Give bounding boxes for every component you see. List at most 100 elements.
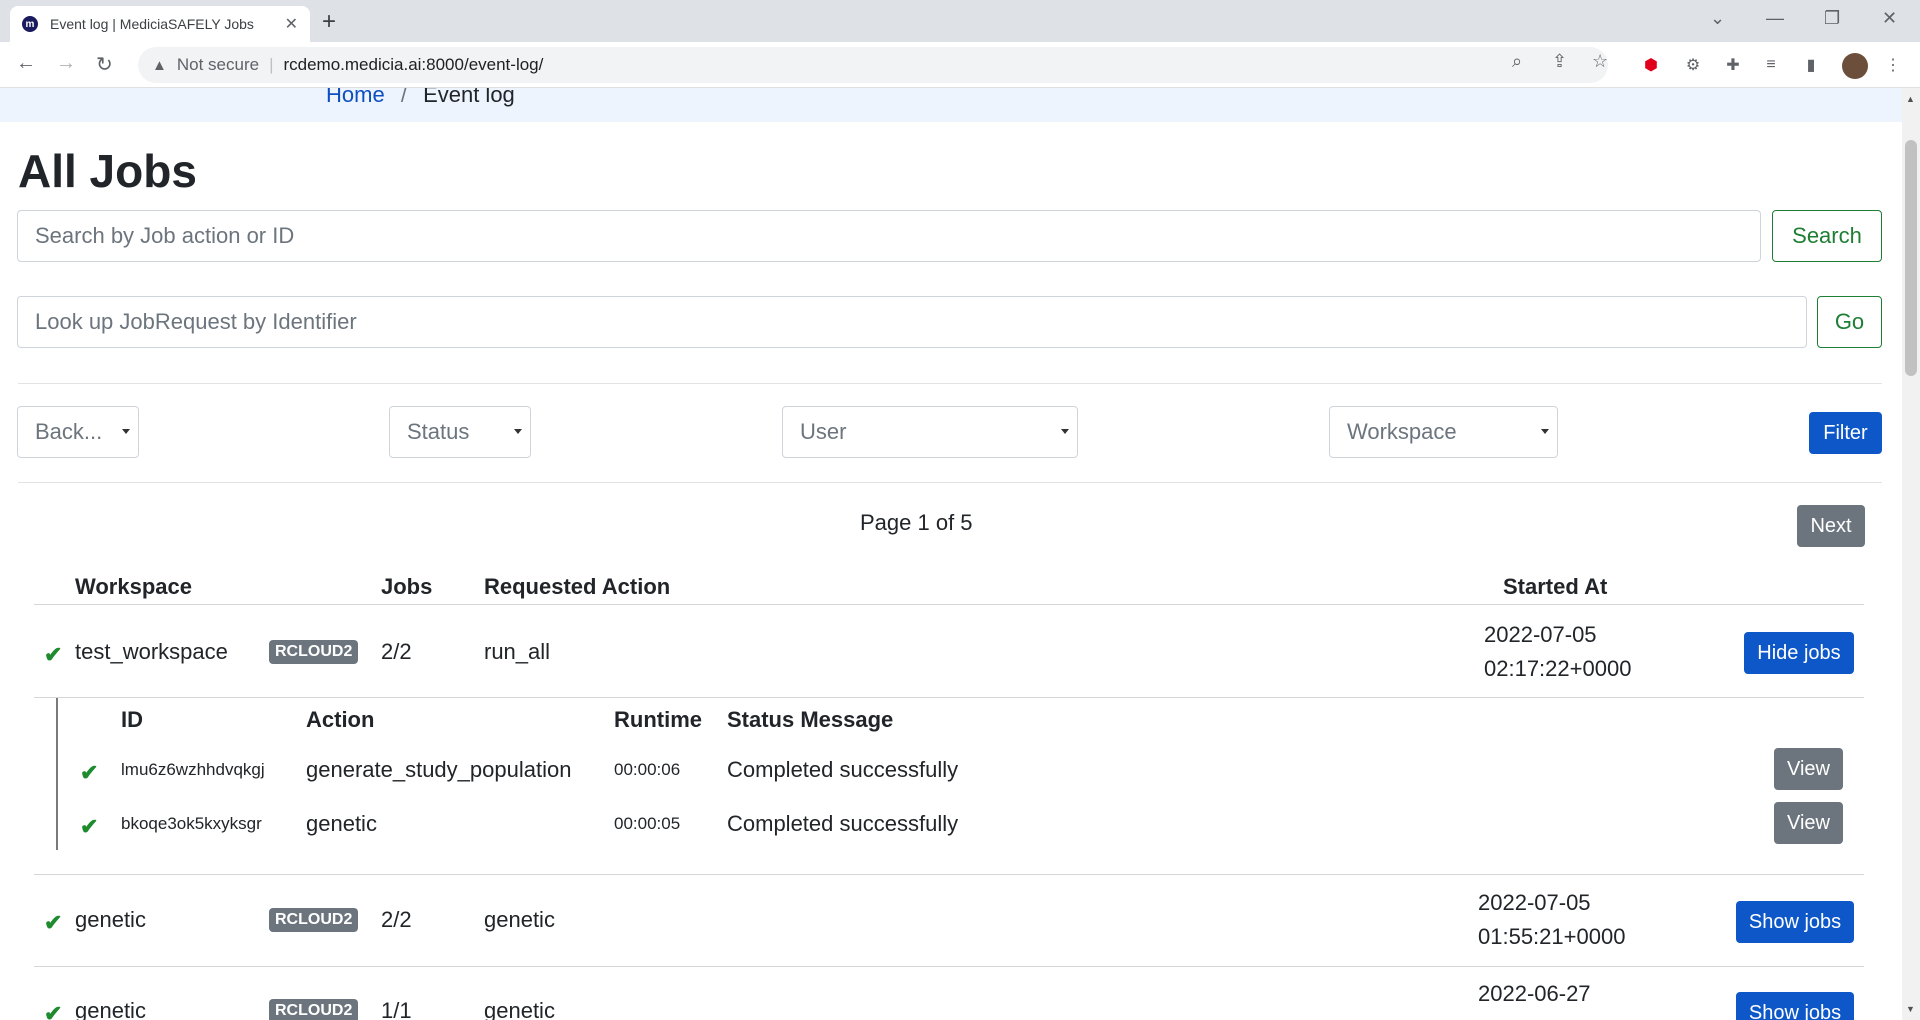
- scroll-up-icon[interactable]: ▲: [1906, 94, 1915, 104]
- user-filter-select[interactable]: User: [782, 406, 1078, 458]
- row-started-time: 01:55:21+0000: [1478, 924, 1626, 949]
- address-separator: |: [269, 55, 274, 74]
- tab-title: Event log | MediciaSAFELY Jobs: [50, 16, 254, 32]
- minimize-icon[interactable]: —: [1766, 8, 1784, 29]
- page-content: Home / Event log All Jobs Search by Job …: [0, 88, 1902, 1020]
- chevron-down-icon: [1541, 429, 1549, 434]
- show-jobs-button[interactable]: Show jobs: [1736, 901, 1854, 943]
- row-workspace[interactable]: genetic: [75, 907, 146, 933]
- next-page-button[interactable]: Next: [1797, 505, 1865, 547]
- row-started-date: 2022-06-27: [1478, 981, 1591, 1006]
- search-button[interactable]: Search: [1772, 210, 1882, 262]
- page-info: Page 1 of 5: [860, 510, 973, 535]
- breadcrumb-home-link[interactable]: Home: [326, 88, 385, 107]
- success-check-icon: ✔: [44, 642, 63, 667]
- extension-shield-icon[interactable]: ⬢: [1640, 54, 1662, 76]
- go-button[interactable]: Go: [1817, 296, 1882, 348]
- zoom-icon[interactable]: ⌕: [1512, 51, 1522, 72]
- jobs-header-action: Action: [306, 707, 375, 732]
- address-bar[interactable]: ▲ Not secure | rcdemo.medicia.ai:8000/ev…: [138, 47, 1608, 83]
- status-filter-select[interactable]: Status: [389, 406, 531, 458]
- row-jobs-count: 2/2: [381, 907, 412, 932]
- user-filter-value: User: [800, 419, 847, 444]
- backend-filter-select[interactable]: Back...: [17, 406, 139, 458]
- profile-avatar[interactable]: [1842, 53, 1868, 79]
- backend-badge: RCLOUD2: [269, 908, 359, 932]
- row-divider: [34, 874, 1864, 875]
- row-jobs-count: 2/2: [381, 639, 412, 664]
- browser-tab-bar: m Event log | MediciaSAFELY Jobs ✕ + ⌄ —…: [0, 0, 1920, 42]
- row-started-time: 02:17:22+0000: [1484, 656, 1632, 681]
- hide-jobs-button[interactable]: Hide jobs: [1744, 632, 1854, 674]
- back-arrow-icon[interactable]: ←: [16, 52, 36, 75]
- share-icon[interactable]: ⇪: [1552, 51, 1567, 72]
- extensions-puzzle-icon[interactable]: ✚: [1722, 54, 1744, 76]
- breadcrumb-current: Event log: [423, 88, 515, 107]
- new-tab-button[interactable]: +: [322, 8, 336, 36]
- search-input[interactable]: Search by Job action or ID: [17, 210, 1761, 262]
- job-status-message: Completed successfully: [727, 811, 959, 836]
- backend-badge: RCLOUD2: [269, 640, 359, 664]
- job-id: lmu6z6wzhhdvqkgj: [121, 760, 265, 779]
- job-status-message: Completed successfully: [727, 757, 959, 782]
- row-workspace[interactable]: genetic: [75, 998, 146, 1020]
- tab-close-icon[interactable]: ✕: [285, 14, 298, 34]
- browser-toolbar: ← → ↻ ▲ Not secure | rcdemo.medicia.ai:8…: [0, 42, 1920, 88]
- row-divider: [34, 966, 1864, 967]
- row-action: run_all: [484, 639, 551, 664]
- window-close-icon[interactable]: ✕: [1882, 8, 1897, 29]
- row-action: genetic: [484, 907, 555, 932]
- menu-dots-icon[interactable]: ⋮: [1882, 54, 1904, 76]
- extension-bike-icon[interactable]: ⚙: [1682, 54, 1704, 76]
- reload-icon[interactable]: ↻: [96, 52, 113, 77]
- site-favicon-icon: m: [22, 16, 38, 32]
- job-runtime: 00:00:05: [614, 814, 681, 833]
- url-text: rcdemo.medicia.ai:8000/event-log/: [283, 55, 544, 74]
- column-header-jobs: Jobs: [381, 574, 433, 599]
- show-jobs-button[interactable]: Show jobs: [1736, 992, 1854, 1020]
- tab-search-icon[interactable]: ⌄: [1710, 8, 1725, 29]
- column-header-workspace: Workspace: [75, 574, 192, 599]
- row-workspace[interactable]: test_workspace: [75, 639, 228, 665]
- side-panel-icon[interactable]: ▮: [1800, 54, 1822, 76]
- browser-tab[interactable]: m Event log | MediciaSAFELY Jobs ✕: [10, 6, 310, 42]
- divider: [18, 482, 1882, 483]
- filter-button[interactable]: Filter: [1809, 412, 1882, 454]
- backend-badge: RCLOUD2: [269, 999, 359, 1020]
- row-action: genetic: [484, 998, 555, 1020]
- jobs-header-status-message: Status Message: [727, 707, 894, 732]
- forward-arrow-icon[interactable]: →: [56, 52, 76, 75]
- job-action: genetic: [306, 811, 377, 836]
- success-check-icon: ✔: [44, 910, 63, 935]
- scroll-down-icon[interactable]: ▼: [1906, 1004, 1915, 1014]
- page-scrollbar[interactable]: ▲ ▼: [1902, 88, 1920, 1020]
- row-divider: [34, 697, 1864, 698]
- chevron-down-icon: [122, 429, 130, 434]
- success-check-icon: ✔: [44, 1001, 63, 1020]
- job-id: bkoqe3ok5kxyksgr: [121, 814, 262, 833]
- job-action: generate_study_population: [306, 757, 572, 782]
- chevron-down-icon: [514, 429, 522, 434]
- bookmark-star-icon[interactable]: ☆: [1592, 51, 1608, 72]
- chevron-down-icon: [1061, 429, 1069, 434]
- restore-icon[interactable]: ❐: [1824, 8, 1840, 29]
- breadcrumb-band: Home / Event log: [0, 88, 1902, 122]
- workspace-filter-select[interactable]: Workspace: [1329, 406, 1558, 458]
- breadcrumb-separator: /: [400, 88, 407, 107]
- success-check-icon: ✔: [80, 814, 99, 839]
- row-jobs-count: 1/1: [381, 998, 412, 1020]
- jobs-header-runtime: Runtime: [614, 707, 702, 732]
- row-started-date: 2022-07-05: [1478, 890, 1591, 915]
- jobrequest-lookup-input[interactable]: Look up JobRequest by Identifier: [17, 296, 1807, 348]
- row-started-date: 2022-07-05: [1484, 622, 1597, 647]
- page-title: All Jobs: [18, 145, 197, 197]
- backend-filter-value: Back...: [35, 419, 103, 444]
- view-job-button[interactable]: View: [1774, 748, 1843, 790]
- scrollbar-thumb[interactable]: [1905, 140, 1917, 376]
- column-header-started-at: Started At: [1503, 574, 1608, 599]
- view-job-button[interactable]: View: [1774, 802, 1843, 844]
- table-header-divider: [34, 604, 1864, 605]
- reading-list-icon[interactable]: ≡: [1760, 54, 1782, 76]
- success-check-icon: ✔: [80, 760, 99, 785]
- column-header-requested-action: Requested Action: [484, 574, 671, 599]
